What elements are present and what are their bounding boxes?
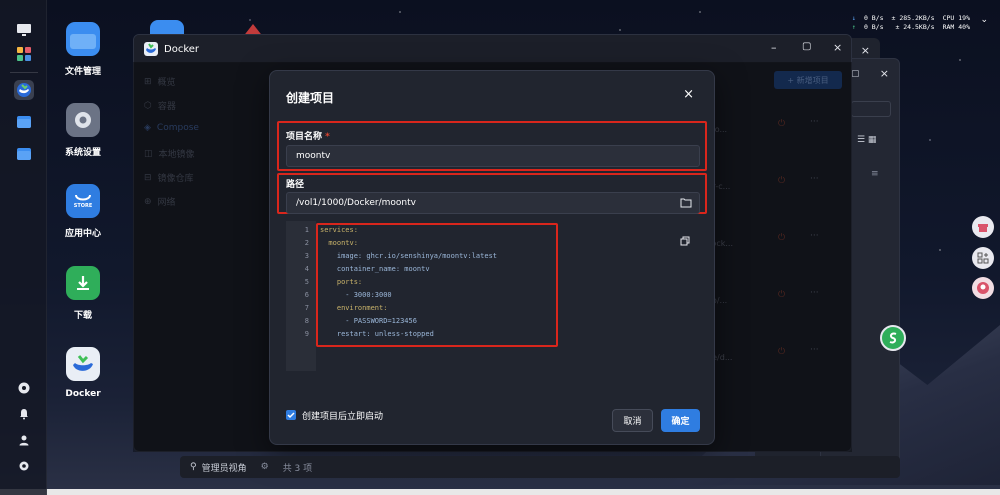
bottom-status-bar: ⚲ 管理员视角 ⚙ 共 3 项 — [180, 456, 900, 478]
required-mark: * — [325, 132, 330, 142]
user-icon[interactable] — [14, 430, 34, 450]
close-icon[interactable]: × — [880, 67, 889, 80]
autostart-checkbox[interactable] — [286, 410, 296, 420]
bell-icon[interactable] — [14, 404, 34, 424]
line-number: 4 — [304, 265, 309, 273]
chevron-down-icon[interactable]: ⌄ — [980, 15, 988, 25]
close-icon[interactable]: × — [833, 41, 842, 54]
net-up2-row: ± 285.2KB/s — [891, 14, 935, 22]
monitor-icon[interactable] — [14, 20, 34, 40]
check-icon — [287, 412, 295, 419]
view-toggle-icon[interactable]: ☰ ▦ — [857, 135, 876, 145]
close-icon[interactable]: × — [683, 87, 694, 102]
line-number: 3 — [304, 252, 309, 260]
screen-bottom-edge — [0, 489, 1000, 495]
project-name-input[interactable]: moontv — [286, 145, 700, 167]
cpu-label: CPU — [942, 14, 955, 22]
line-number: 7 — [304, 304, 309, 312]
path-value: /vol1/1000/Docker/moontv — [296, 198, 416, 208]
gear-icon[interactable]: ⚙ — [261, 462, 269, 472]
desktop-icon-label: 系统设置 — [64, 148, 101, 158]
dock-divider — [10, 72, 38, 73]
system-status: ↓ ↑ 0 B/s 0 B/s ± 285.2KB/s ± 24.5KB/s C… — [852, 14, 970, 32]
confirm-button[interactable]: 确定 — [661, 409, 700, 432]
desktop-icon-docker[interactable]: Docker — [48, 347, 118, 399]
folder-dock-icon[interactable] — [14, 112, 34, 132]
store-icon: STORE — [66, 184, 100, 218]
desktop-icon-download[interactable]: 下载 — [48, 266, 118, 321]
add-widget-icon[interactable] — [972, 247, 994, 269]
settings-gear-icon[interactable] — [14, 456, 34, 476]
download-arrow-icon: ↑ — [852, 23, 856, 31]
help-icon[interactable] — [14, 378, 34, 398]
ram-value: 40% — [958, 23, 970, 31]
folder-icon — [66, 22, 100, 56]
upload-arrow-icon: ↓ — [852, 14, 856, 22]
docker-icon — [66, 347, 100, 381]
net-down-value: 0 B/s — [863, 23, 884, 31]
search-box[interactable] — [851, 101, 891, 117]
desktop-icon-label: 文件管理 — [64, 67, 101, 77]
desktop-icon-settings[interactable]: 系统设置 — [48, 103, 118, 158]
ram-row: RAM 40% — [943, 23, 970, 32]
path-label: 路径 — [286, 180, 305, 190]
net-up2-value: 285.2KB/s — [899, 14, 935, 22]
folder2-dock-icon[interactable] — [14, 144, 34, 164]
desktop-icon-file-manager[interactable]: 文件管理 — [48, 22, 118, 77]
highlight-code-box — [316, 223, 558, 347]
cancel-button[interactable]: 取消 — [612, 409, 653, 432]
window-titlebar: Docker — [134, 35, 851, 63]
minimize-icon[interactable]: – — [771, 41, 777, 54]
item-count: 共 3 项 — [282, 463, 313, 474]
avatar-icon[interactable] — [972, 277, 994, 299]
folder-open-icon[interactable] — [680, 198, 692, 211]
net-down2-value: 24.5KB/s — [903, 23, 935, 31]
desktop-icon-label: Docker — [65, 389, 101, 399]
autostart-label: 创建项目后立即启动 — [302, 412, 384, 422]
left-dock — [0, 0, 47, 495]
line-number: 6 — [304, 291, 309, 299]
docker-logo-icon — [144, 42, 158, 56]
cpu-value: 19% — [958, 14, 970, 22]
docker-dock-icon[interactable] — [14, 80, 34, 100]
net-up-value: 0 B/s — [863, 14, 884, 22]
cpu-row: CPU 19% — [943, 14, 970, 23]
line-number: 9 — [304, 330, 309, 338]
restore-icon[interactable]: ▢ — [851, 69, 860, 79]
line-number: 1 — [304, 226, 309, 234]
name-label: 项目名称 * — [286, 129, 330, 142]
line-number: 5 — [304, 278, 309, 286]
close-icon[interactable]: × — [861, 44, 870, 57]
create-project-dialog: 创建项目 × 项目名称 * moontv 路径 /vol1/1000/Docke… — [269, 70, 715, 445]
net-down2-row: ± 24.5KB/s — [895, 23, 935, 31]
store-sublabel: STORE — [73, 203, 93, 209]
maximize-icon[interactable]: ▢ — [802, 41, 811, 52]
desktop-icon-label: 应用中心 — [64, 229, 101, 239]
line-number: 8 — [304, 317, 309, 325]
user-view-icon: ⚲ — [190, 462, 197, 472]
admin-view-toggle[interactable]: 管理员视角 — [202, 461, 247, 474]
desktop-icon-app-center[interactable]: STORE 应用中心 — [48, 184, 118, 239]
apps-grid-icon[interactable] — [14, 44, 34, 64]
window-title: Docker — [164, 43, 200, 55]
name-label-text: 项目名称 — [286, 132, 323, 142]
download-icon — [66, 266, 100, 300]
filter-icon[interactable]: ≡ — [871, 169, 879, 179]
line-number: 2 — [304, 239, 309, 247]
gear-icon — [66, 103, 100, 137]
copy-icon[interactable] — [680, 231, 690, 246]
path-input[interactable]: /vol1/1000/Docker/moontv — [286, 192, 700, 214]
gift-icon[interactable] — [972, 216, 994, 238]
ram-label: RAM — [942, 23, 955, 31]
assistant-floating-icon[interactable] — [880, 325, 906, 351]
dialog-title: 创建项目 — [286, 91, 335, 105]
desktop-icon-label: 下载 — [73, 311, 92, 321]
